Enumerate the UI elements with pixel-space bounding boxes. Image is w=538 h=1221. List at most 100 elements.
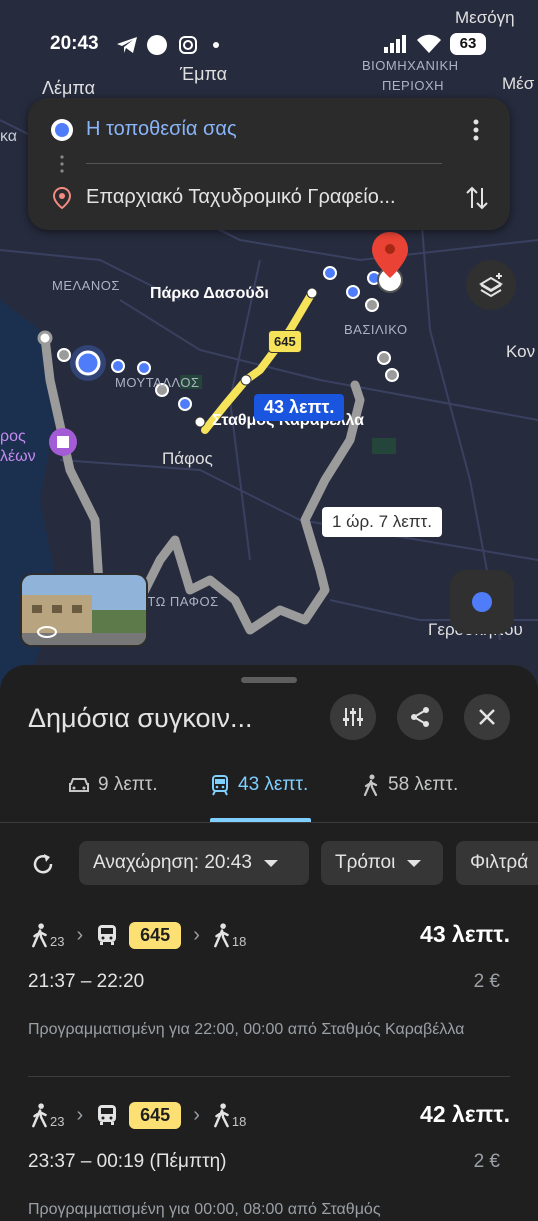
origin-input[interactable]: Η τοποθεσία σας — [86, 118, 237, 141]
swap-icon[interactable] — [464, 184, 490, 212]
destination-input[interactable]: Επαρχιακό Ταχυδρομικό Γραφείο... — [86, 186, 446, 209]
directions-search-card: Η τοποθεσία σας Επαρχιακό Ταχυδρομικό Γρ… — [28, 98, 510, 230]
map-label: Πάφος — [162, 449, 213, 468]
bus-route-badge: 645 — [268, 330, 302, 353]
tab-walk-label: 58 λεπτ. — [388, 774, 459, 795]
my-location-icon — [472, 592, 492, 612]
route-times: 23:37 – 00:19 (Πέμπτη) — [28, 1151, 227, 1172]
route-price: 2 € — [473, 1151, 500, 1172]
modes-chip[interactable]: Τρόποι — [321, 841, 443, 885]
chevron-down-icon — [263, 859, 278, 867]
share-icon — [411, 707, 429, 727]
walk-icon — [32, 923, 47, 948]
tab-drive-label: 9 λεπτ. — [98, 774, 158, 795]
instagram-icon — [179, 36, 197, 54]
car-icon — [69, 778, 89, 792]
refresh-icon — [33, 854, 53, 874]
map-label: Μεσόγη — [455, 8, 515, 27]
close-button[interactable] — [464, 694, 510, 740]
route-price: 2 € — [473, 971, 500, 992]
origin-row[interactable]: Η τοποθεσία σας — [28, 106, 510, 156]
status-bar: 20:43 63 — [0, 30, 538, 58]
tab-transit[interactable]: 43 λεπτ. — [210, 765, 308, 805]
walk-icon — [213, 923, 229, 948]
recenter-button[interactable] — [450, 570, 514, 634]
sheet-title: Δημόσια συγκοιν... — [28, 703, 253, 733]
map-label: ΜΕΛΑΝΟΣ — [52, 278, 120, 293]
walk-minutes: 18 — [231, 1113, 247, 1129]
circle-icon — [147, 35, 167, 55]
map-label: Κον — [506, 342, 536, 361]
destination-pin-icon — [52, 186, 72, 210]
map-label: κα — [0, 128, 18, 145]
chevron-right-icon: › — [76, 1103, 84, 1126]
departure-time-label: Αναχώρηση: 20:43 — [93, 852, 252, 873]
directions-sheet: Δημόσια συγκοιν... 9 λεπτ. 43 λεπτ. 58 λ… — [0, 665, 538, 1218]
alt-route-duration-badge[interactable]: 1 ώρ. 7 λεπτ. — [322, 507, 442, 537]
telegram-icon — [117, 37, 137, 53]
filters-chip-label: Φιλτρά — [470, 852, 529, 873]
modes-chip-label: Τρόποι — [335, 852, 396, 873]
route-schedule-note: Προγραμματισμένη για 00:00, 08:00 από Στ… — [28, 1201, 381, 1218]
walk-icon — [363, 774, 378, 796]
bus-line-badge: 645 — [129, 921, 182, 949]
route-schedule-note: Προγραμματισμένη για 22:00, 00:00 από Στ… — [28, 1021, 465, 1038]
route-times: 21:37 – 22:20 — [28, 971, 145, 992]
map-label: ΠΕΡΙΟΧΗ — [382, 78, 445, 93]
battery-indicator: 63 — [450, 33, 486, 55]
map-label: ΒΙΟΜΗΧΑΝΙΚΗ — [362, 58, 459, 73]
map-view[interactable]: 20:43 63 Μεσόγη Έμπα Λέμπα ΒΙΟΜΗΧΑΝΙΚΗ Π… — [0, 0, 538, 700]
map-label: Πάρκο Δασούδι — [150, 285, 269, 302]
walk-minutes: 23 — [50, 933, 65, 949]
map-label: Μέσ — [502, 74, 535, 93]
route-steps: 23 › 645 › 18 — [30, 1097, 246, 1133]
signal-icon — [384, 35, 406, 53]
map-label: λέων — [0, 448, 36, 465]
walk-icon — [213, 1103, 229, 1128]
route-steps: 23 › 645 › 18 — [30, 917, 246, 953]
more-options-icon[interactable] — [472, 118, 480, 142]
map-label: ΜΟΥΤΑΛΛΟΣ — [115, 375, 200, 390]
status-time: 20:43 — [50, 33, 99, 54]
origin-dot-icon — [51, 119, 73, 141]
bus-icon — [98, 925, 117, 945]
walk-minutes: 23 — [50, 1113, 65, 1129]
tabs-divider — [0, 822, 538, 823]
search-divider — [86, 163, 442, 164]
train-icon — [212, 775, 228, 796]
map-label: ρος — [0, 428, 26, 445]
dot-icon — [213, 42, 219, 48]
map-label: ΒΑΣΙΛΙΚΟ — [344, 322, 408, 337]
map-label: Λέμπα — [42, 78, 95, 98]
refresh-button[interactable] — [30, 851, 56, 882]
bus-line-badge: 645 — [129, 1101, 182, 1129]
drag-handle[interactable] — [241, 677, 297, 683]
map-label: Έμπα — [180, 64, 228, 84]
chevron-right-icon: › — [193, 1103, 200, 1126]
transit-duration-badge[interactable]: 43 λεπτ. — [254, 394, 345, 421]
360-icon — [37, 626, 57, 638]
filters-chip[interactable]: Φιλτρά — [456, 841, 538, 885]
walk-icon — [32, 1103, 47, 1128]
bus-icon — [98, 1105, 117, 1125]
chevron-right-icon: › — [193, 923, 200, 946]
route-duration: 43 λεπτ. — [420, 921, 510, 947]
street-view-thumbnail[interactable] — [20, 573, 148, 647]
route-options-button[interactable] — [330, 694, 376, 740]
tab-walk[interactable]: 58 λεπτ. — [362, 765, 458, 805]
layers-button[interactable] — [466, 260, 516, 310]
tab-transit-label: 43 λεπτ. — [238, 774, 309, 795]
share-button[interactable] — [397, 694, 443, 740]
route-divider — [28, 1076, 510, 1077]
tab-drive[interactable]: 9 λεπτ. — [68, 765, 158, 805]
chevron-down-icon — [407, 859, 422, 867]
route-duration: 42 λεπτ. — [420, 1101, 510, 1127]
departure-time-chip[interactable]: Αναχώρηση: 20:43 — [79, 841, 309, 885]
close-icon — [479, 709, 495, 725]
wifi-icon — [417, 34, 441, 53]
tune-icon — [343, 708, 363, 726]
layers-icon — [479, 273, 503, 298]
chevron-right-icon: › — [76, 923, 84, 946]
walk-minutes: 18 — [231, 933, 247, 949]
destination-row[interactable]: Επαρχιακό Ταχυδρομικό Γραφείο... — [28, 174, 510, 224]
